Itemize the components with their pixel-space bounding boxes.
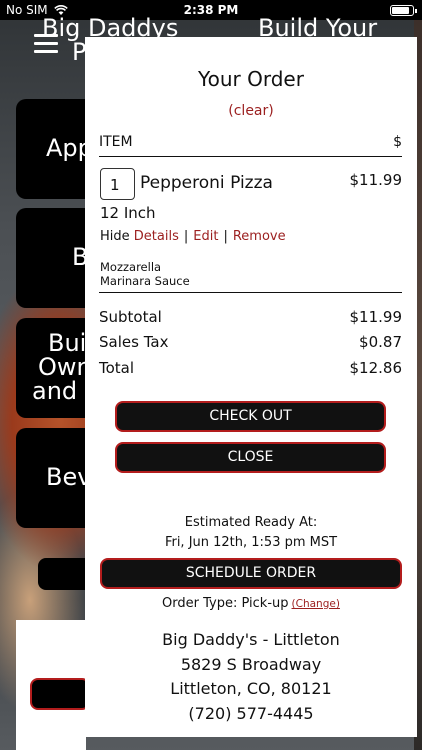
tax-row: Sales Tax $0.87 [99, 333, 402, 353]
remove-link[interactable]: Remove [233, 229, 286, 244]
store-phone[interactable]: (720) 577-4445 [85, 704, 417, 723]
category-tile-label: Own [38, 353, 92, 381]
topping-item: Mozzarella [100, 260, 162, 274]
store-city: Littleton, CO, 80121 [170, 679, 332, 698]
total-value: $12.86 [349, 359, 403, 377]
separator: | [183, 229, 189, 244]
edit-link[interactable]: Edit [193, 229, 218, 244]
subtotal-label: Subtotal [99, 308, 162, 326]
battery-icon [390, 5, 417, 16]
item-name: Pepperoni Pizza [140, 173, 273, 193]
topping-item: Marinara Sauce [100, 274, 190, 288]
order-type: Order Type: Pick-up (Change) [85, 596, 417, 611]
item-price: $11.99 [349, 171, 403, 189]
quantity-input[interactable]: 1 [100, 168, 135, 200]
store-address: 5829 S Broadway [180, 655, 322, 674]
subtotal-value: $11.99 [349, 308, 403, 326]
item-actions: Hide Details | Edit | Remove [100, 229, 286, 244]
schedule-order-button[interactable]: SCHEDULE ORDER [100, 558, 402, 589]
tax-label: Sales Tax [99, 333, 169, 351]
eta-label: Estimated Ready At: [184, 515, 318, 530]
clear-order-link[interactable]: (clear) [85, 103, 417, 119]
category-tile-label: Bui [48, 329, 87, 357]
checkout-button[interactable]: CHECK OUT [115, 401, 386, 432]
subtotal-row: Subtotal $11.99 [99, 308, 402, 328]
details-link[interactable]: Details [134, 229, 179, 244]
separator: | [223, 229, 228, 244]
total-row: Total $12.86 [99, 359, 402, 379]
total-label: Total [99, 359, 135, 377]
order-modal: Your Order (clear) ITEM $ 1 Pepperoni Pi… [85, 37, 417, 737]
order-column-header: ITEM $ [99, 131, 402, 157]
store-name: Big Daddy's - Littleton [162, 630, 340, 649]
menu-icon[interactable] [34, 34, 58, 54]
item-size: 12 Inch [100, 204, 156, 222]
column-price-label: $ [393, 134, 402, 150]
column-item-label: ITEM [99, 134, 133, 150]
tax-value: $0.87 [359, 333, 402, 351]
change-order-type-link[interactable]: (Change) [292, 598, 340, 610]
background-button [30, 678, 90, 710]
divider [99, 292, 402, 293]
hide-label: Hide [100, 229, 130, 244]
eta-value: Fri, Jun 12th, 1:53 pm MST [164, 535, 338, 550]
close-button[interactable]: CLOSE [115, 442, 386, 473]
order-title: Your Order [198, 67, 304, 91]
order-type-text: Order Type: Pick-up [162, 596, 289, 611]
